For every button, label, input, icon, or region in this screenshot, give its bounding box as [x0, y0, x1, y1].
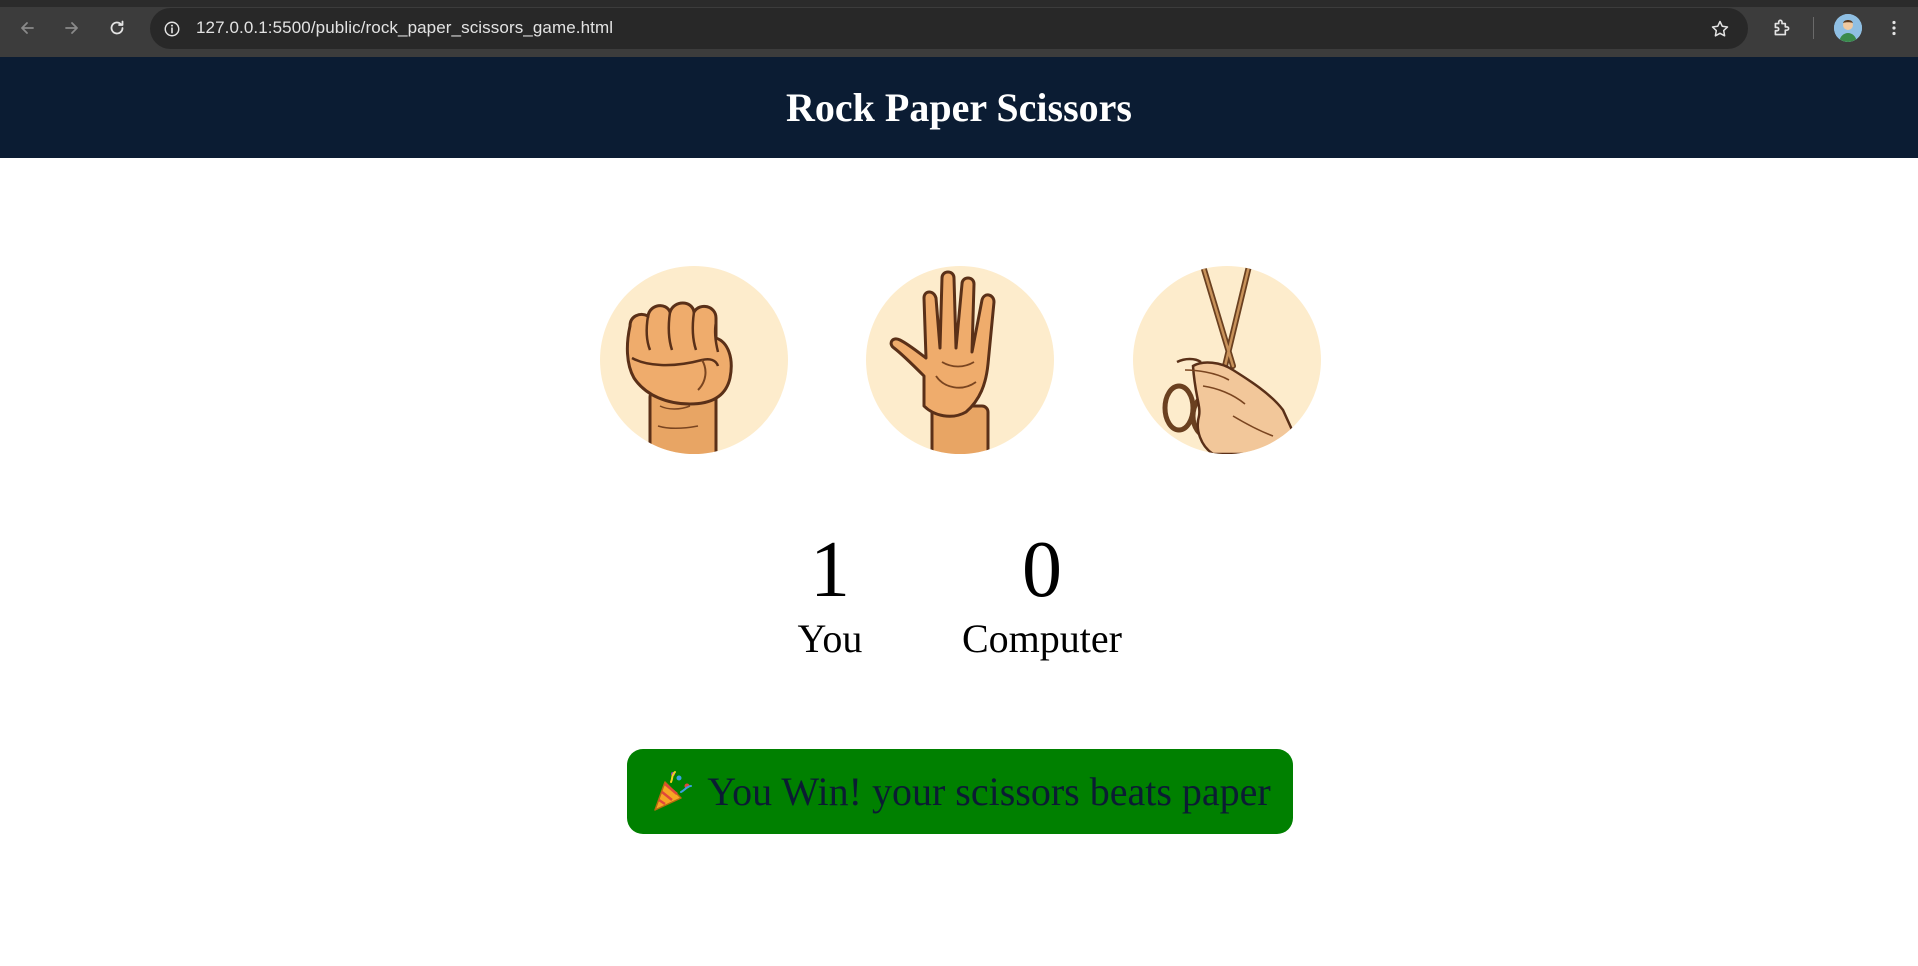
open-hand-icon [889, 270, 996, 454]
rock-choice-button[interactable] [600, 266, 788, 454]
page-title: Rock Paper Scissors [786, 85, 1132, 130]
page-header: Rock Paper Scissors [0, 57, 1918, 158]
browser-toolbar: 127.0.0.1:5500/public/rock_paper_scissor… [0, 0, 1918, 57]
back-arrow-icon [21, 22, 34, 34]
toolbar-divider [1813, 17, 1814, 39]
reload-icon [110, 20, 124, 35]
forward-button[interactable] [58, 14, 86, 42]
tab-strip [0, 0, 1918, 7]
url-text[interactable]: 127.0.0.1:5500/public/rock_paper_scissor… [196, 18, 613, 38]
user-score-value: 1 [810, 526, 850, 614]
computer-score: 0 Computer [942, 524, 1142, 662]
browser-menu-button[interactable] [1880, 14, 1908, 42]
forward-arrow-icon [65, 22, 78, 34]
user-score: 1 You [770, 524, 890, 662]
kebab-menu-icon [1892, 20, 1896, 36]
computer-score-label: Computer [962, 616, 1122, 661]
address-bar[interactable]: 127.0.0.1:5500/public/rock_paper_scissor… [150, 8, 1748, 49]
fist-hand-icon [625, 301, 733, 454]
user-score-label: You [797, 616, 863, 661]
puzzle-icon [1774, 19, 1790, 36]
reload-button[interactable] [103, 14, 131, 42]
result-text: You Win! your scissors beats paper [707, 769, 1271, 814]
party-popper-icon [654, 770, 693, 811]
computer-score-value: 0 [1022, 526, 1062, 614]
paper-choice-button[interactable] [866, 266, 1054, 454]
back-button[interactable] [13, 14, 41, 42]
bookmark-star-icon[interactable] [1708, 17, 1732, 41]
scissors-hand-icon [1162, 266, 1305, 454]
site-info-icon[interactable] [160, 17, 184, 41]
result-message: You Win! your scissors beats paper [627, 749, 1293, 834]
profile-avatar[interactable] [1834, 14, 1862, 42]
extensions-button[interactable] [1768, 14, 1796, 42]
scissors-choice-button[interactable] [1133, 266, 1321, 454]
